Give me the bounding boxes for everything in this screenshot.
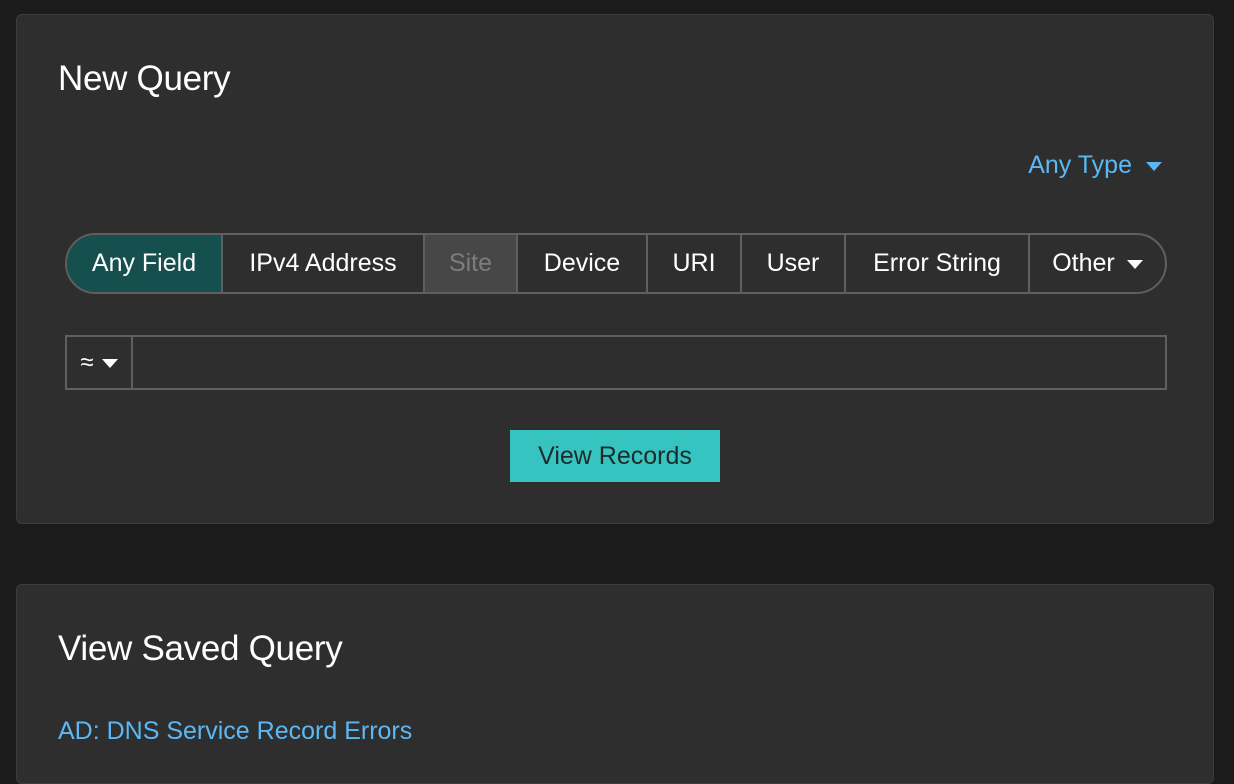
tab-site: Site (425, 235, 518, 292)
saved-query-title: View Saved Query (58, 629, 343, 668)
query-input-row: ≈ (65, 335, 1167, 390)
query-input[interactable] (131, 335, 1167, 390)
tab-error-string[interactable]: Error String (846, 235, 1030, 292)
tab-label: Site (448, 249, 493, 277)
tab-user[interactable]: User (742, 235, 846, 292)
tab-label: User (766, 249, 820, 277)
tab-label: Any Field (91, 249, 197, 277)
tab-label: IPv4 Address (249, 249, 397, 277)
tab-uri[interactable]: URI (648, 235, 742, 292)
tab-label: Error String (873, 249, 1001, 277)
type-dropdown-label: Any Type (1028, 151, 1132, 179)
field-tabs: Any Field IPv4 Address Site Device URI U… (65, 233, 1167, 294)
tab-label: URI (672, 249, 716, 277)
tab-ipv4-address[interactable]: IPv4 Address (223, 235, 425, 292)
new-query-title: New Query (58, 59, 231, 98)
type-dropdown[interactable]: Any Type (1028, 151, 1162, 180)
caret-down-icon (101, 359, 118, 368)
operator-value: ≈ (80, 348, 94, 376)
caret-down-icon (1146, 162, 1162, 171)
tab-other-dropdown[interactable]: Other (1030, 235, 1165, 292)
tab-any-field[interactable]: Any Field (67, 235, 223, 292)
caret-down-icon (1126, 260, 1143, 269)
view-records-button[interactable]: View Records (510, 430, 720, 482)
saved-query-panel: View Saved Query AD: DNS Service Record … (16, 584, 1214, 784)
tab-device[interactable]: Device (518, 235, 648, 292)
new-query-panel: New Query Any Type Any Field IPv4 Addres… (16, 14, 1214, 524)
tab-label: Other (1052, 249, 1115, 277)
saved-query-link[interactable]: AD: DNS Service Record Errors (58, 717, 412, 746)
tab-label: Device (543, 249, 621, 277)
operator-select[interactable]: ≈ (65, 335, 133, 390)
